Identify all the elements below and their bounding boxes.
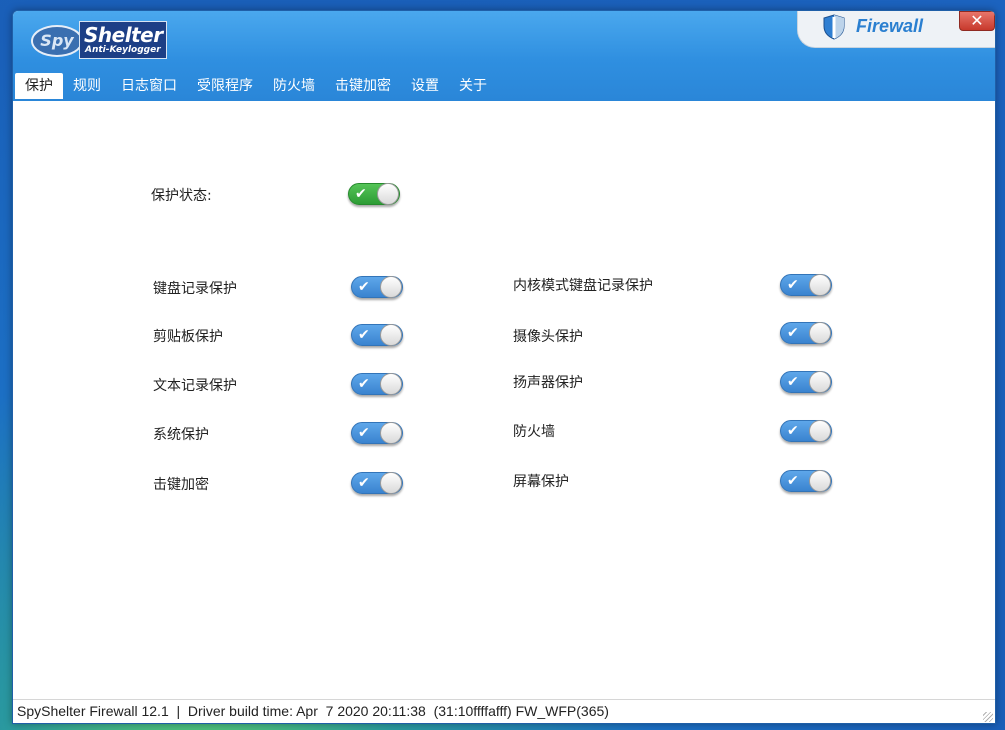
check-icon: ✔ [358, 475, 370, 491]
check-icon: ✔ [787, 473, 799, 489]
webcam-protection-toggle[interactable]: ✔ [780, 322, 832, 344]
logo-spy-text: Spy [31, 25, 83, 57]
check-icon: ✔ [358, 279, 370, 295]
speaker-protection-label: 扬声器保护 [513, 375, 583, 391]
keystroke-encryption-toggle[interactable]: ✔ [351, 472, 403, 494]
tab-about[interactable]: 关于 [449, 73, 497, 99]
spyshelter-logo: Spy Shelter Anti-Keylogger [31, 21, 167, 61]
tab-firewall[interactable]: 防火墙 [263, 73, 325, 99]
protection-panel: 保护状态: ✔ 键盘记录保护 ✔ 剪贴板保护 ✔ 文本记录保护 ✔ 系统保护 ✔… [13, 101, 995, 699]
screen-protection-toggle[interactable]: ✔ [780, 470, 832, 492]
toggle-knob [809, 420, 831, 442]
tab-log-window[interactable]: 日志窗口 [111, 73, 187, 99]
app-window: Spy Shelter Anti-Keylogger Firewall ✕ 保护… [12, 10, 996, 724]
toggle-knob [380, 422, 402, 444]
close-button[interactable]: ✕ [959, 11, 995, 31]
window-header: Spy Shelter Anti-Keylogger Firewall ✕ 保护… [13, 11, 995, 101]
protection-status-toggle[interactable]: ✔ [348, 183, 400, 205]
toggle-knob [380, 373, 402, 395]
check-icon: ✔ [787, 374, 799, 390]
toggle-knob [377, 183, 399, 205]
clipboard-protection-label: 剪贴板保护 [153, 329, 223, 345]
logo-shelter-box: Shelter Anti-Keylogger [79, 21, 167, 59]
toggle-knob [380, 472, 402, 494]
protection-status-label: 保护状态: [151, 188, 212, 204]
toggle-knob [809, 322, 831, 344]
webcam-protection-label: 摄像头保护 [513, 329, 583, 345]
check-icon: ✔ [358, 327, 370, 343]
main-menu: 保护 规则 日志窗口 受限程序 防火墙 击键加密 设置 关于 [15, 73, 497, 99]
tab-protection[interactable]: 保护 [15, 73, 63, 99]
text-logging-protection-label: 文本记录保护 [153, 378, 237, 394]
check-icon: ✔ [787, 325, 799, 341]
keylogger-protection-toggle[interactable]: ✔ [351, 276, 403, 298]
text-logging-protection-toggle[interactable]: ✔ [351, 373, 403, 395]
tab-restricted-programs[interactable]: 受限程序 [187, 73, 263, 99]
system-protection-toggle[interactable]: ✔ [351, 422, 403, 444]
screen-protection-label: 屏幕保护 [513, 474, 569, 490]
keystroke-encryption-label: 击键加密 [153, 477, 209, 493]
toggle-knob [380, 324, 402, 346]
status-bar: SpyShelter Firewall 12.1 | Driver build … [13, 699, 995, 723]
tab-rules[interactable]: 规则 [63, 73, 111, 99]
clipboard-protection-toggle[interactable]: ✔ [351, 324, 403, 346]
tab-settings[interactable]: 设置 [401, 73, 449, 99]
check-icon: ✔ [358, 376, 370, 392]
toggle-knob [809, 371, 831, 393]
firewall-protection-toggle[interactable]: ✔ [780, 420, 832, 442]
toggle-knob [809, 274, 831, 296]
status-bar-text: SpyShelter Firewall 12.1 | Driver build … [17, 703, 609, 719]
system-protection-label: 系统保护 [153, 427, 209, 443]
kernel-keylogger-protection-label: 内核模式键盘记录保护 [513, 278, 653, 294]
check-icon: ✔ [787, 277, 799, 293]
firewall-badge-label: Firewall [856, 16, 924, 36]
check-icon: ✔ [787, 423, 799, 439]
keylogger-protection-label: 键盘记录保护 [153, 281, 237, 297]
toggle-knob [380, 276, 402, 298]
logo-shelter-text: Shelter [84, 23, 163, 47]
resize-grip-icon[interactable] [983, 712, 993, 722]
tab-keystroke-encryption[interactable]: 击键加密 [325, 73, 401, 99]
check-icon: ✔ [355, 186, 367, 202]
kernel-keylogger-protection-toggle[interactable]: ✔ [780, 274, 832, 296]
firewall-protection-label: 防火墙 [513, 424, 555, 440]
toggle-knob [809, 470, 831, 492]
speaker-protection-toggle[interactable]: ✔ [780, 371, 832, 393]
shield-icon [823, 14, 845, 40]
close-icon: ✕ [970, 11, 984, 30]
check-icon: ✔ [358, 425, 370, 441]
logo-tagline: Anti-Keylogger [85, 45, 161, 55]
